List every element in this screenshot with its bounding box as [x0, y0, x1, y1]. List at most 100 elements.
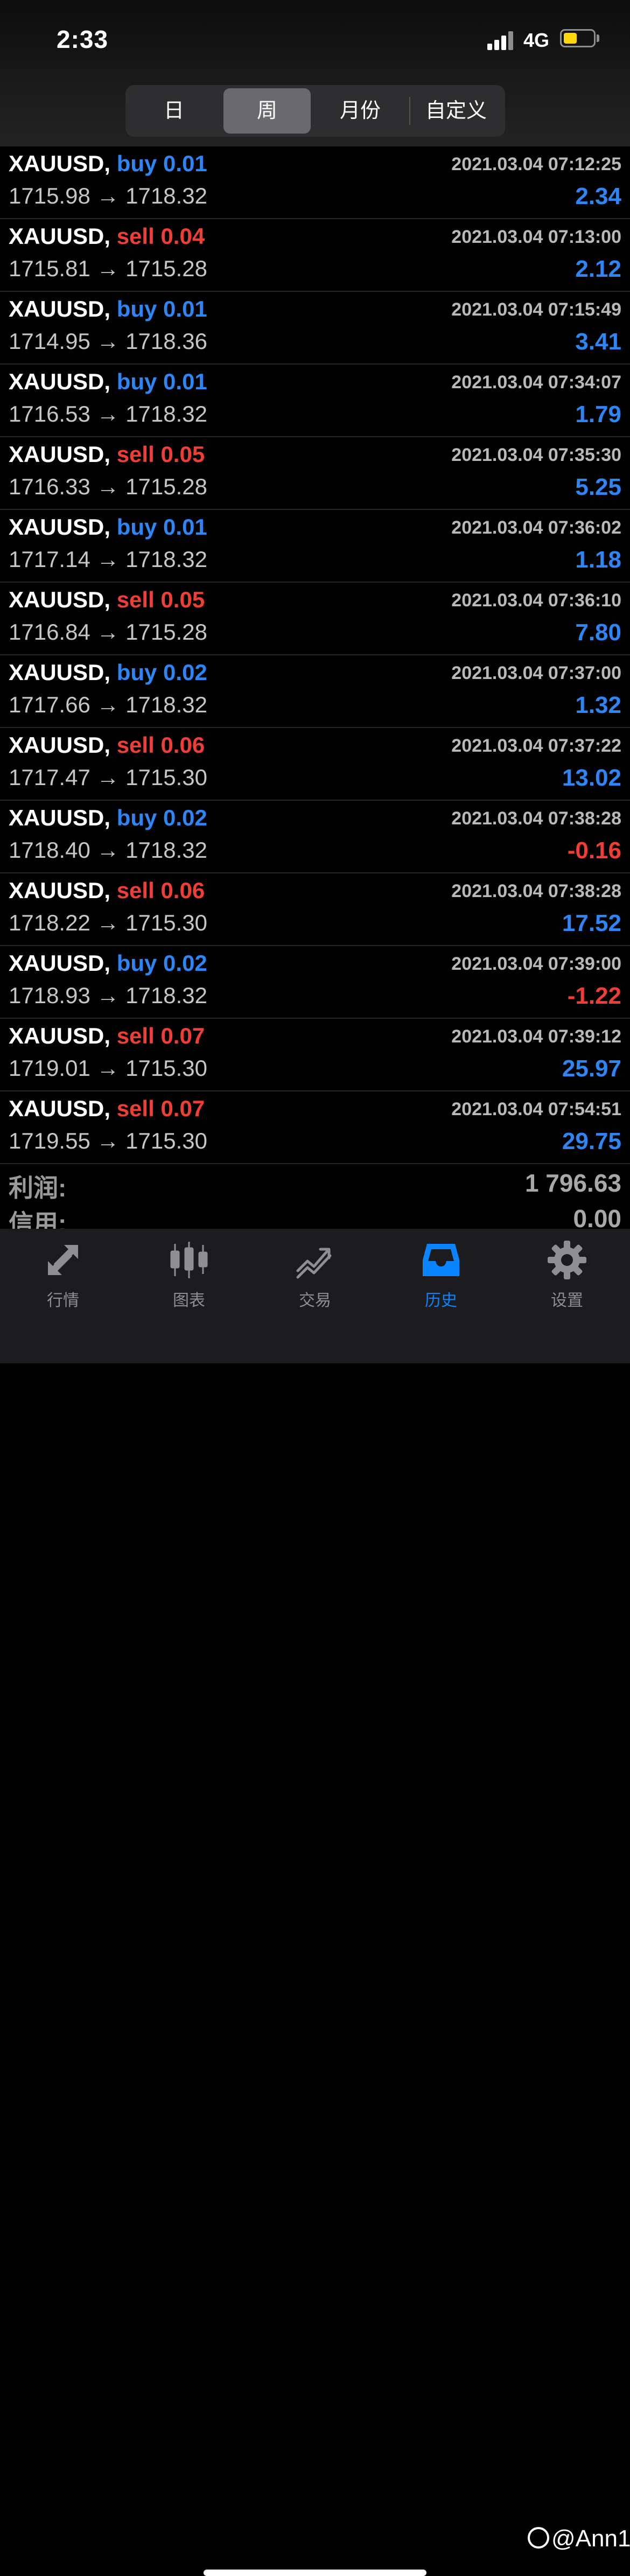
trade-time: 2021.03.04 07:39:12	[451, 1026, 621, 1047]
trade-symbol-line: XAUUSD, buy 0.01	[9, 151, 207, 177]
trade-volume: 0.05	[160, 442, 205, 467]
tab-trade[interactable]: 交易	[252, 1229, 378, 1310]
period-selector: 日 周 月份 自定义	[125, 85, 505, 137]
trade-side: buy	[116, 369, 157, 394]
segment-custom[interactable]: 自定义	[411, 88, 501, 134]
trade-row[interactable]: XAUUSD, buy 0.02 2021.03.04 07:39:00 1718.…	[0, 946, 630, 1019]
trade-time: 2021.03.04 07:38:28	[451, 881, 621, 901]
trade-volume: 0.01	[163, 369, 207, 394]
trade-symbol-line: XAUUSD, buy 0.02	[9, 805, 207, 831]
trade-profit: 2.34	[575, 183, 621, 209]
trade-time: 2021.03.04 07:37:00	[451, 663, 621, 683]
trade-line-icon	[296, 1248, 332, 1279]
trade-symbol: XAUUSD,	[9, 223, 111, 249]
trade-row[interactable]: XAUUSD, buy 0.01 2021.03.04 07:12:25 1715.…	[0, 146, 630, 219]
header: 2:33 4G 日 周 月份 自定义	[0, 0, 630, 146]
trade-side: sell	[116, 732, 155, 758]
trade-prices: 1719.55 → 1715.30	[9, 1128, 207, 1153]
credit-label: 信用:	[9, 1209, 67, 1229]
trade-row[interactable]: XAUUSD, sell 0.07 2021.03.04 07:54:51 1719…	[0, 1091, 630, 1164]
trade-time: 2021.03.04 07:38:28	[451, 808, 621, 829]
trade-row[interactable]: XAUUSD, sell 0.06 2021.03.04 07:37:22 1717…	[0, 728, 630, 801]
trade-symbol: XAUUSD,	[9, 732, 111, 758]
trade-volume: 0.05	[160, 587, 205, 612]
trade-symbol: XAUUSD,	[9, 587, 111, 612]
trade-side-volume: sell 0.06	[117, 878, 205, 903]
trade-prices: 1717.14 → 1718.32	[9, 547, 207, 572]
trade-time: 2021.03.04 07:36:02	[451, 517, 621, 538]
trade-prices: 1716.33 → 1715.28	[9, 474, 207, 499]
trade-symbol: XAUUSD,	[9, 1096, 111, 1121]
tab-chart-label: 图表	[173, 1292, 205, 1310]
tab-history-label: 历史	[425, 1292, 457, 1310]
trade-symbol: XAUUSD,	[9, 1023, 111, 1048]
trade-row[interactable]: XAUUSD, buy 0.01 2021.03.04 07:34:07 1716.…	[0, 365, 630, 437]
trade-volume: 0.06	[160, 878, 205, 903]
trade-row[interactable]: XAUUSD, buy 0.01 2021.03.04 07:36:02 1717.…	[0, 510, 630, 583]
trade-profit: -1.22	[567, 983, 621, 1009]
trade-symbol-line: XAUUSD, sell 0.05	[9, 587, 205, 613]
trade-time: 2021.03.04 07:12:25	[451, 154, 621, 174]
segment-month[interactable]: 月份	[316, 88, 404, 134]
trade-row[interactable]: XAUUSD, buy 0.02 2021.03.04 07:38:28 1718.…	[0, 801, 630, 873]
trade-volume: 0.04	[160, 223, 205, 249]
trade-side-volume: sell 0.07	[117, 1023, 205, 1048]
trade-prices: 1719.01 → 1715.30	[9, 1055, 207, 1081]
trade-side: buy	[116, 660, 157, 685]
watermark-text: @Ann1	[551, 2525, 630, 2552]
tab-quotes[interactable]: 行情	[0, 1229, 126, 1310]
trade-row[interactable]: XAUUSD, buy 0.01 2021.03.04 07:15:49 1714.…	[0, 292, 630, 365]
trade-symbol-line: XAUUSD, sell 0.04	[9, 223, 205, 249]
tab-settings-label: 设置	[551, 1292, 583, 1310]
trade-profit: 1.18	[575, 547, 621, 573]
trade-row[interactable]: XAUUSD, sell 0.04 2021.03.04 07:13:00 1715…	[0, 219, 630, 292]
trade-side-volume: sell 0.05	[117, 442, 205, 467]
trade-symbol-line: XAUUSD, buy 0.02	[9, 660, 207, 685]
home-indicator[interactable]	[204, 2570, 426, 2576]
tab-chart[interactable]: 图表	[126, 1229, 252, 1310]
trade-volume: 0.02	[163, 805, 207, 830]
trade-profit: 1.79	[575, 401, 621, 428]
tab-settings[interactable]: 设置	[504, 1229, 630, 1310]
trade-profit: 2.12	[575, 256, 621, 282]
trade-row[interactable]: XAUUSD, sell 0.06 2021.03.04 07:38:28 1718…	[0, 873, 630, 946]
tab-history[interactable]: 历史	[378, 1229, 504, 1310]
trade-symbol-line: XAUUSD, sell 0.05	[9, 442, 205, 467]
trade-prices: 1717.66 → 1718.32	[9, 692, 207, 717]
trade-symbol: XAUUSD,	[9, 878, 111, 903]
trade-prices: 1718.40 → 1718.32	[9, 837, 207, 863]
trade-symbol: XAUUSD,	[9, 514, 111, 540]
trade-side-volume: buy 0.01	[117, 296, 207, 321]
trade-side-volume: sell 0.07	[117, 1096, 205, 1121]
trade-symbol: XAUUSD,	[9, 151, 111, 176]
trade-volume: 0.01	[163, 296, 207, 321]
trade-side: buy	[116, 950, 157, 976]
trade-profit: 13.02	[562, 765, 621, 791]
profit-value: 1 796.63	[524, 1169, 621, 1197]
summary-credit-row: 信用: 0.00	[0, 1200, 630, 1229]
trade-row[interactable]: XAUUSD, sell 0.05 2021.03.04 07:36:10 1716…	[0, 583, 630, 655]
trade-row[interactable]: XAUUSD, sell 0.05 2021.03.04 07:35:30 1716…	[0, 437, 630, 510]
trade-symbol-line: XAUUSD, buy 0.01	[9, 296, 207, 322]
trade-side-volume: sell 0.06	[117, 732, 205, 758]
trade-side-volume: buy 0.01	[117, 514, 207, 540]
trade-side: sell	[116, 442, 155, 467]
trade-symbol: XAUUSD,	[9, 660, 111, 685]
trade-time: 2021.03.04 07:34:07	[451, 372, 621, 393]
trade-symbol-line: XAUUSD, sell 0.07	[9, 1096, 205, 1122]
trade-prices: 1717.47 → 1715.30	[9, 765, 207, 790]
segment-day[interactable]: 日	[130, 88, 218, 134]
trade-prices: 1715.98 → 1718.32	[9, 183, 207, 208]
trade-side: sell	[116, 1023, 155, 1048]
segment-week[interactable]: 周	[223, 88, 311, 134]
trade-side: sell	[116, 1096, 155, 1121]
trade-symbol: XAUUSD,	[9, 369, 111, 394]
profit-label: 利润:	[9, 1174, 67, 1202]
trade-time: 2021.03.04 07:35:30	[451, 445, 621, 465]
trade-row[interactable]: XAUUSD, buy 0.02 2021.03.04 07:37:00 1717.…	[0, 655, 630, 728]
tab-bar: 行情 图表 交易 历史 设置 @Ann1	[0, 1229, 630, 2576]
trade-symbol-line: XAUUSD, buy 0.01	[9, 514, 207, 540]
trade-time: 2021.03.04 07:37:22	[451, 736, 621, 756]
battery-tip	[597, 34, 599, 42]
trade-row[interactable]: XAUUSD, sell 0.07 2021.03.04 07:39:12 1719…	[0, 1019, 630, 1091]
